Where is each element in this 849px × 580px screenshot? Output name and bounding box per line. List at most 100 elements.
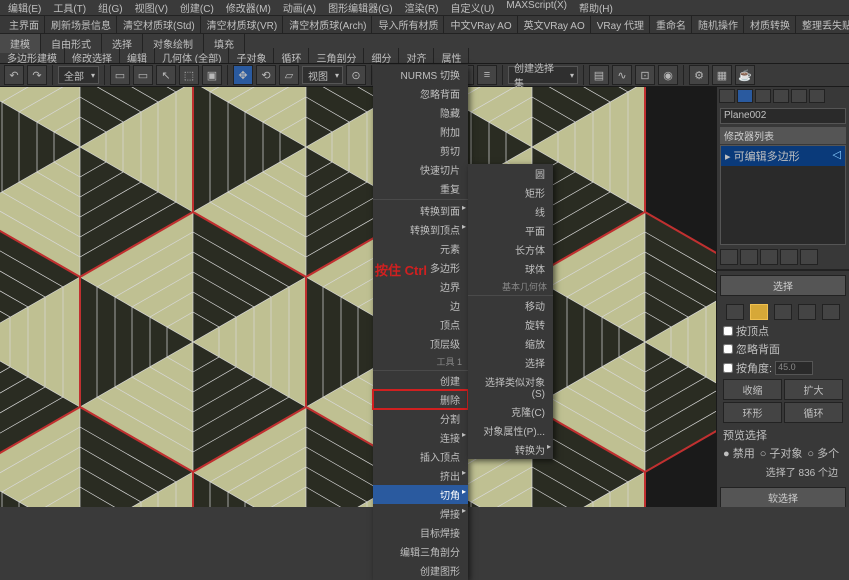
vertex-level-icon[interactable] bbox=[726, 304, 744, 320]
script-button[interactable]: 整理丢失贴图 bbox=[797, 16, 849, 33]
script-button[interactable]: 清空材质球(VR) bbox=[202, 16, 284, 33]
context-menu-item[interactable]: 连接 bbox=[373, 428, 468, 447]
shrink-button[interactable]: 收缩 bbox=[723, 379, 782, 400]
render-icon[interactable]: ☕ bbox=[735, 65, 755, 85]
select-name-icon[interactable]: ▭ bbox=[133, 65, 153, 85]
menu-item[interactable]: 编辑(E) bbox=[8, 0, 41, 15]
context-menu-item[interactable]: 快速切片 bbox=[373, 160, 468, 179]
remove-mod-icon[interactable] bbox=[780, 249, 798, 265]
configure-icon[interactable] bbox=[800, 249, 818, 265]
context-menu-item[interactable]: 矩形 bbox=[468, 183, 553, 202]
context-menu-item[interactable]: 转换为 bbox=[468, 440, 553, 459]
menu-item[interactable]: 图形编辑器(G) bbox=[328, 0, 392, 15]
border-level-icon[interactable] bbox=[774, 304, 792, 320]
script-button[interactable]: 清空材质球(Arch) bbox=[284, 16, 372, 33]
script-button[interactable]: 刷新场景信息 bbox=[46, 16, 117, 33]
angle-spinner[interactable]: 45.0 bbox=[775, 361, 813, 375]
menu-item[interactable]: MAXScript(X) bbox=[506, 0, 567, 15]
script-button[interactable]: 清空材质球(Std) bbox=[118, 16, 201, 33]
context-menu-item[interactable]: 重复 bbox=[373, 179, 468, 198]
render-frame-icon[interactable]: ▦ bbox=[712, 65, 732, 85]
create-tab-icon[interactable] bbox=[719, 89, 735, 103]
element-level-icon[interactable] bbox=[822, 304, 840, 320]
by-angle-checkbox[interactable] bbox=[723, 363, 733, 373]
context-menu-item[interactable]: 缩放 bbox=[468, 334, 553, 353]
layer-icon[interactable]: ▤ bbox=[589, 65, 609, 85]
make-unique-icon[interactable] bbox=[760, 249, 778, 265]
scale-icon[interactable]: ▱ bbox=[279, 65, 299, 85]
script-button[interactable]: VRay 代理 bbox=[592, 16, 650, 33]
hierarchy-tab-icon[interactable] bbox=[755, 89, 771, 103]
script-button[interactable]: 主界面 bbox=[4, 16, 45, 33]
utilities-tab-icon[interactable] bbox=[809, 89, 825, 103]
rollout-selection-header[interactable]: 选择 bbox=[720, 275, 846, 296]
script-button[interactable]: 中文VRay AO bbox=[445, 16, 517, 33]
loop-button[interactable]: 循环 bbox=[784, 402, 843, 423]
context-menu-item[interactable]: 顶点 bbox=[373, 315, 468, 334]
modifier-item[interactable]: ▸ 可编辑多边形 bbox=[721, 146, 845, 166]
menu-item[interactable]: 修改器(M) bbox=[226, 0, 271, 15]
undo-icon[interactable]: ↶ bbox=[4, 65, 24, 85]
context-menu-item[interactable]: 选择 bbox=[468, 353, 553, 372]
select-icon[interactable]: ▭ bbox=[110, 65, 130, 85]
ring-button[interactable]: 环形 bbox=[723, 402, 782, 423]
window-icon[interactable]: ▣ bbox=[202, 65, 222, 85]
context-menu-item[interactable]: 插入顶点 bbox=[373, 447, 468, 466]
context-menu-item[interactable]: 忽略背面 bbox=[373, 84, 468, 103]
context-menu-item[interactable]: 选择类似对象(S) bbox=[468, 372, 553, 402]
menu-item[interactable]: 动画(A) bbox=[283, 0, 316, 15]
named-sel-dropdown[interactable]: 创建选择集 bbox=[508, 66, 578, 84]
context-menu-item[interactable]: 创建图形 bbox=[373, 561, 468, 580]
context-menu-item[interactable]: 球体 bbox=[468, 259, 553, 278]
pivot-icon[interactable]: ⊙ bbox=[346, 65, 366, 85]
show-result-icon[interactable] bbox=[740, 249, 758, 265]
script-button[interactable]: 材质转换 bbox=[745, 16, 796, 33]
viewport[interactable] bbox=[0, 87, 716, 507]
menu-item[interactable]: 视图(V) bbox=[135, 0, 168, 15]
context-menu-item[interactable]: 附加 bbox=[373, 122, 468, 141]
grow-button[interactable]: 扩大 bbox=[784, 379, 843, 400]
menu-item[interactable]: 工具(T) bbox=[53, 0, 86, 15]
script-button[interactable]: 英文VRay AO bbox=[519, 16, 591, 33]
context-menu-item[interactable]: 移动 bbox=[468, 296, 553, 315]
menu-item[interactable]: 自定义(U) bbox=[451, 0, 495, 15]
context-menu-item[interactable]: 边 bbox=[373, 296, 468, 315]
material-icon[interactable]: ◉ bbox=[658, 65, 678, 85]
context-menu-item[interactable]: 分割 bbox=[373, 409, 468, 428]
rollout-softsel-header[interactable]: 软选择 bbox=[720, 487, 846, 507]
context-menu-item[interactable]: 线 bbox=[468, 202, 553, 221]
lasso-icon[interactable]: ⬚ bbox=[179, 65, 199, 85]
polygon-level-icon[interactable] bbox=[798, 304, 816, 320]
pin-stack-icon[interactable] bbox=[720, 249, 738, 265]
context-menu-item[interactable]: 边界 bbox=[373, 277, 468, 296]
by-vertex-checkbox[interactable] bbox=[723, 326, 733, 336]
edge-level-icon[interactable] bbox=[750, 304, 768, 320]
menu-item[interactable]: 组(G) bbox=[98, 0, 122, 15]
modifier-visibility-icon[interactable] bbox=[833, 148, 841, 164]
schematic-icon[interactable]: ⊡ bbox=[635, 65, 655, 85]
context-menu-item[interactable]: 隐藏 bbox=[373, 103, 468, 122]
context-menu-item[interactable]: 顶层级 bbox=[373, 334, 468, 353]
context-menu-item[interactable]: 圆 bbox=[468, 164, 553, 183]
preview-off-radio[interactable]: ● 禁用 bbox=[723, 445, 755, 461]
render-setup-icon[interactable]: ⚙ bbox=[689, 65, 709, 85]
display-tab-icon[interactable] bbox=[791, 89, 807, 103]
context-menu-item[interactable]: 转换到面 bbox=[373, 201, 468, 220]
rotate-icon[interactable]: ⟲ bbox=[256, 65, 276, 85]
move-icon[interactable]: ✥ bbox=[233, 65, 253, 85]
selection-filter-dropdown[interactable]: 全部 bbox=[58, 66, 99, 84]
script-button[interactable]: 重命名 bbox=[651, 16, 692, 33]
script-button[interactable]: 随机操作 bbox=[693, 16, 744, 33]
modify-tab-icon[interactable] bbox=[737, 89, 753, 103]
context-menu-item[interactable]: 挤出 bbox=[373, 466, 468, 485]
object-name-field[interactable]: Plane002 bbox=[720, 108, 846, 124]
context-menu-item[interactable]: 创建 bbox=[373, 371, 468, 390]
context-menu-item[interactable]: 旋转 bbox=[468, 315, 553, 334]
context-menu-item[interactable]: NURMS 切换 bbox=[373, 65, 468, 84]
modifier-stack[interactable]: ▸ 可编辑多边形 bbox=[720, 145, 846, 245]
context-menu-item[interactable]: 克隆(C) bbox=[468, 402, 553, 421]
menu-item[interactable]: 帮助(H) bbox=[579, 0, 613, 15]
script-button[interactable]: 导入所有材质 bbox=[373, 16, 444, 33]
context-menu-item[interactable]: 切角 bbox=[373, 485, 468, 504]
align-icon[interactable]: ≡ bbox=[477, 65, 497, 85]
